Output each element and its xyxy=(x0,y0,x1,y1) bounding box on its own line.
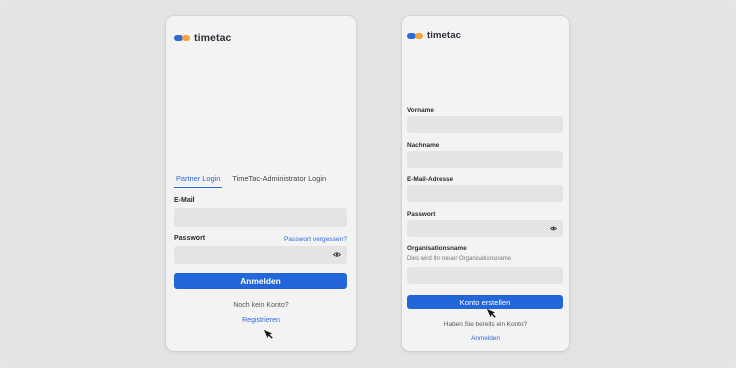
organisation-name-field[interactable] xyxy=(407,267,563,284)
mouse-cursor-icon xyxy=(486,308,496,318)
logo-wordmark: timetac xyxy=(194,32,232,44)
logo-mark-icon xyxy=(174,34,190,42)
have-account-text: Haben Sie bereits ein Konto? xyxy=(443,321,528,328)
email-field[interactable] xyxy=(174,208,347,227)
login-link[interactable]: Anmelden xyxy=(402,335,569,342)
register-card: timetac Vorname Nachname E-Mail-Adresse … xyxy=(402,16,569,351)
password-label: Passwort xyxy=(407,211,436,218)
first-name-field[interactable] xyxy=(407,116,563,133)
tab-administrator-login[interactable]: TimeTac-Administrator Login xyxy=(230,174,328,188)
email-address-label: E-Mail-Adresse xyxy=(407,176,454,183)
organisation-name-hint: Dies wird Ihr neuer Organisationsname xyxy=(407,256,512,262)
forgot-password-link[interactable]: Passwort vergessen? xyxy=(284,236,347,243)
register-link[interactable]: Registrieren xyxy=(166,317,356,324)
background-frame xyxy=(0,0,736,368)
organisation-name-label: Organisationsname xyxy=(407,245,467,252)
login-tabs: Partner Login TimeTac-Administrator Logi… xyxy=(174,174,349,190)
eye-icon[interactable] xyxy=(333,252,341,257)
password-label: Passwort xyxy=(174,235,206,242)
timetac-logo: timetac xyxy=(407,30,461,41)
logo-wordmark: timetac xyxy=(427,30,461,41)
timetac-logo: timetac xyxy=(174,32,231,44)
no-account-text: Noch kein Konto? xyxy=(233,302,289,309)
email-label: E-Mail xyxy=(174,197,195,204)
last-name-label: Nachname xyxy=(407,142,440,149)
login-button[interactable]: Anmelden xyxy=(174,273,347,289)
first-name-label: Vorname xyxy=(407,107,434,114)
email-address-field[interactable] xyxy=(407,185,563,202)
logo-mark-icon xyxy=(407,32,423,40)
login-card: timetac Partner Login TimeTac-Administra… xyxy=(166,16,356,351)
eye-icon[interactable] xyxy=(550,226,557,231)
last-name-field[interactable] xyxy=(407,151,563,168)
password-field[interactable] xyxy=(407,220,563,237)
tab-partner-login[interactable]: Partner Login xyxy=(174,174,223,188)
create-account-button[interactable]: Konto erstellen xyxy=(407,295,563,309)
password-field[interactable] xyxy=(174,246,347,264)
mouse-cursor-icon xyxy=(263,329,273,339)
